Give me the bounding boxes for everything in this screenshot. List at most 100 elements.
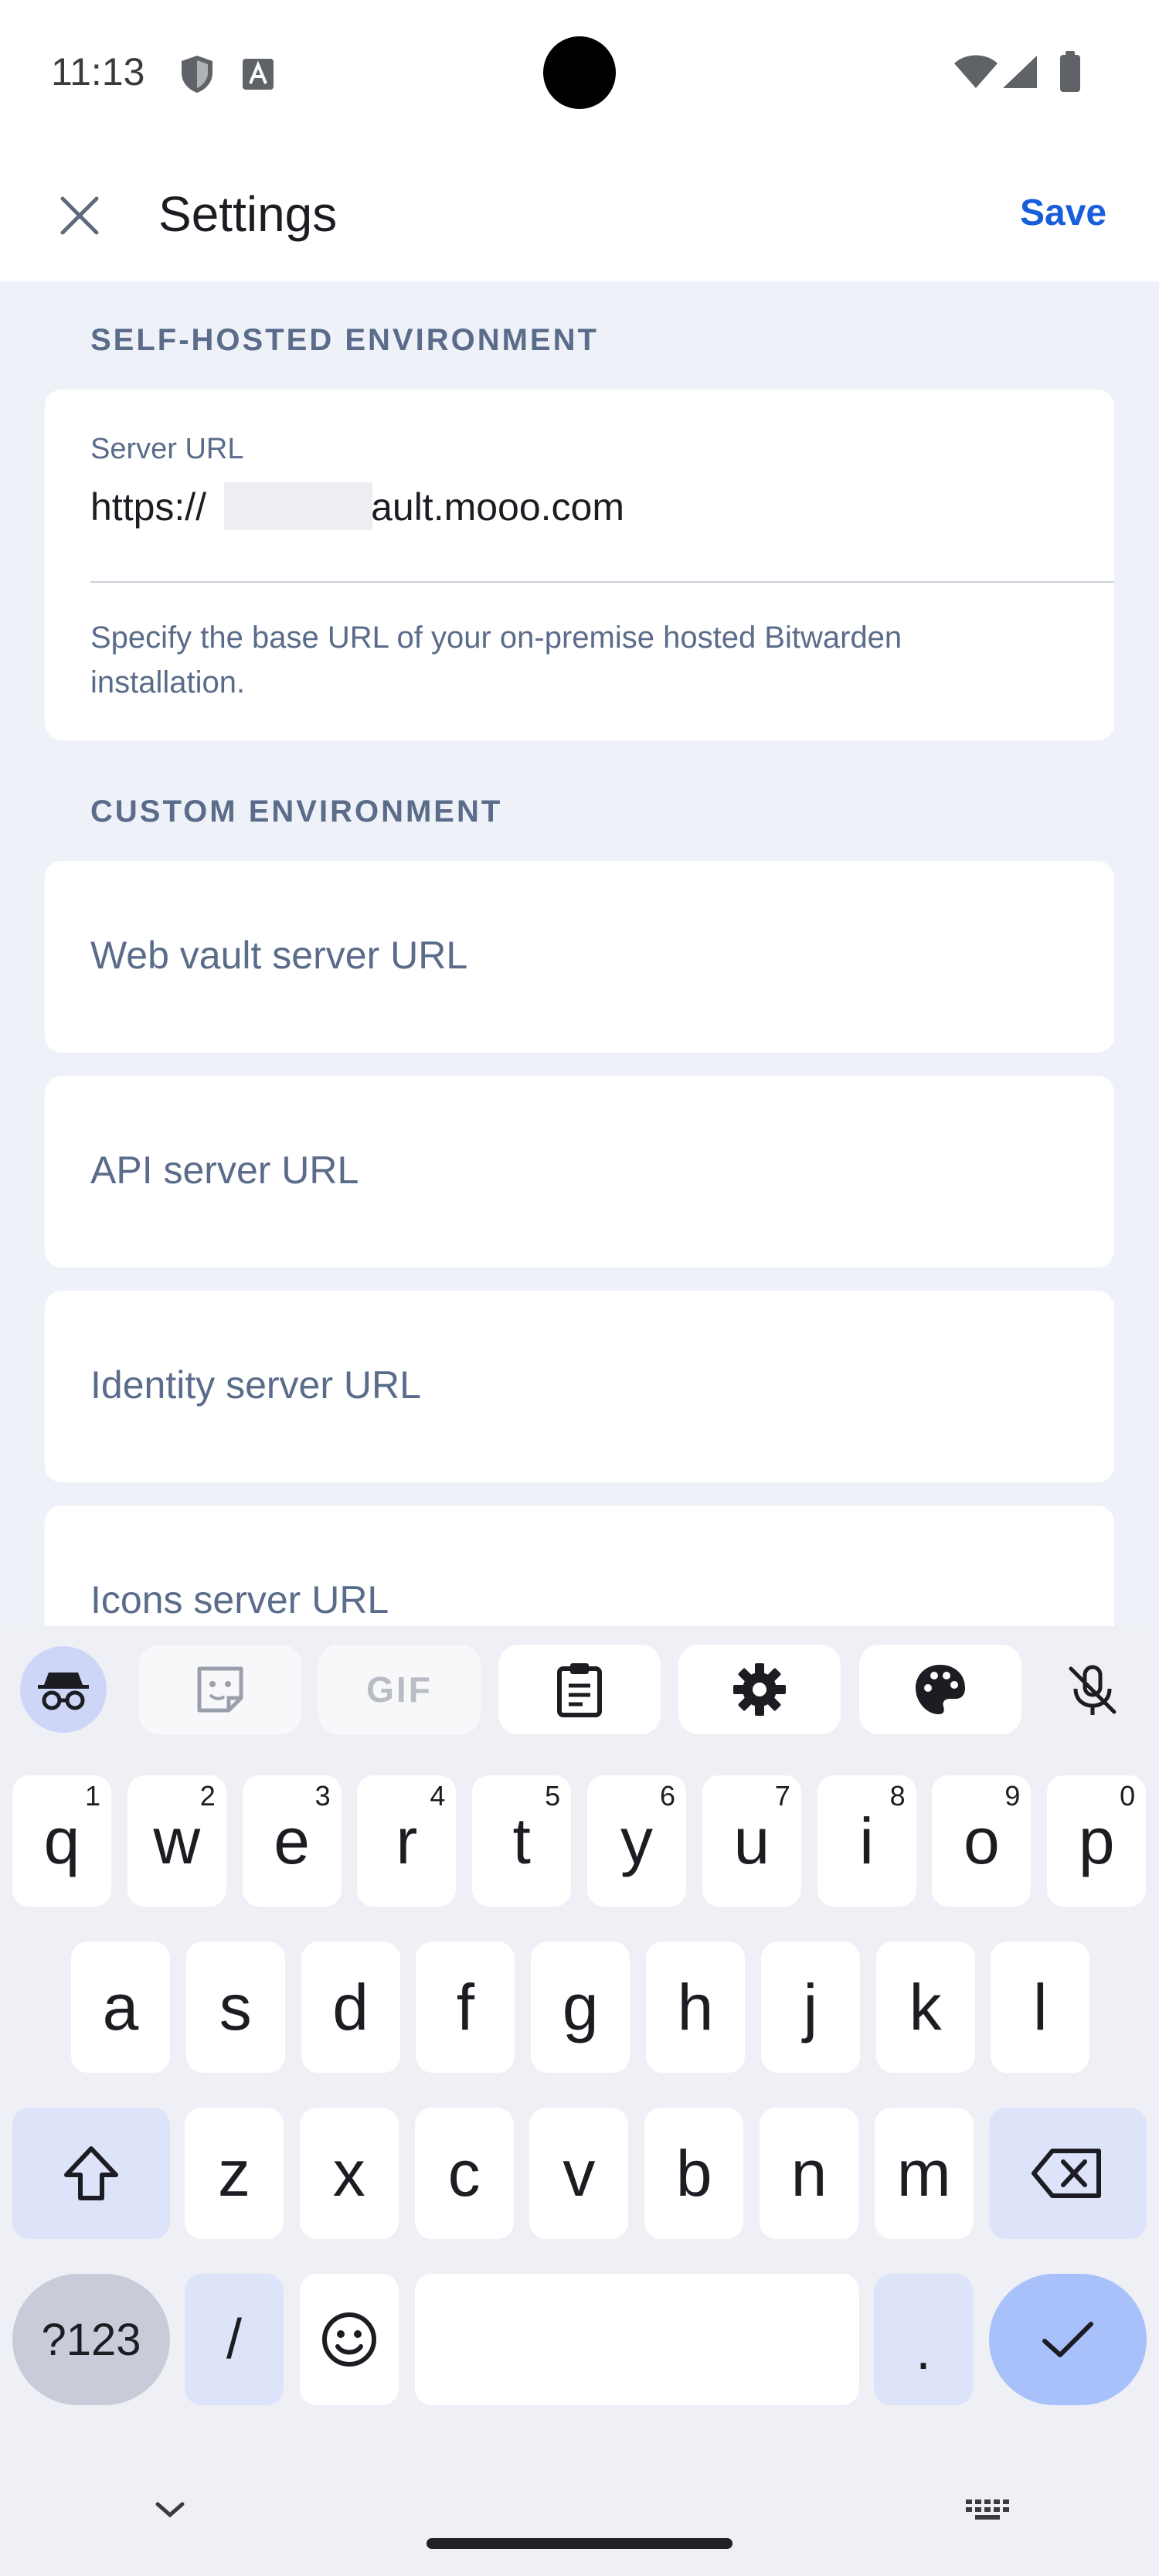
key-label: a: [102, 1970, 139, 2043]
section-label-self-hosted: SELF-HOSTED ENVIRONMENT: [90, 323, 599, 357]
sticker-button[interactable]: [139, 1645, 301, 1734]
key-label: u: [733, 1804, 770, 1877]
key-hint: 9: [1004, 1780, 1021, 1812]
key-hint: 3: [314, 1780, 331, 1812]
key-label: w: [153, 1804, 201, 1877]
key-l[interactable]: l: [991, 1941, 1090, 2073]
backspace-key[interactable]: [989, 2108, 1147, 2239]
key-w[interactable]: w2: [127, 1775, 226, 1907]
key-hint: 5: [545, 1780, 561, 1812]
key-y[interactable]: y6: [587, 1775, 686, 1907]
emoji-icon: [322, 2312, 376, 2367]
gif-button[interactable]: GIF: [318, 1645, 481, 1734]
key-q[interactable]: q1: [12, 1775, 111, 1907]
period-label: .: [915, 2319, 931, 2381]
symbols-key[interactable]: ?123: [12, 2274, 170, 2405]
key-hint: 4: [430, 1780, 446, 1812]
key-label: b: [675, 2136, 712, 2210]
key-label: r: [396, 1804, 418, 1877]
backspace-icon: [1032, 2149, 1101, 2198]
key-hint: 1: [84, 1780, 100, 1812]
key-r[interactable]: r4: [357, 1775, 457, 1907]
period-key[interactable]: .: [874, 2274, 973, 2405]
key-z[interactable]: z: [185, 2108, 284, 2239]
server-url-prefix: https://: [90, 485, 207, 529]
input-divider: [90, 581, 1114, 583]
key-i[interactable]: i8: [817, 1775, 916, 1907]
key-h[interactable]: h: [646, 1941, 745, 2073]
palette-icon: [916, 1665, 965, 1714]
key-x[interactable]: x: [299, 2108, 399, 2239]
key-c[interactable]: c: [414, 2108, 514, 2239]
emoji-key[interactable]: [300, 2274, 399, 2405]
theme-button[interactable]: [859, 1645, 1021, 1734]
key-label: h: [677, 1970, 714, 2043]
key-e[interactable]: e3: [242, 1775, 342, 1907]
key-j[interactable]: j: [760, 1941, 860, 2073]
page-title: Settings: [158, 186, 338, 242]
battery-icon: [1060, 51, 1080, 92]
identity-url-placeholder: Identity server URL: [90, 1363, 421, 1407]
key-label: p: [1078, 1804, 1115, 1877]
gear-icon: [733, 1663, 786, 1716]
keyboard-icon: [966, 2499, 1009, 2520]
gesture-nav-handle: [427, 2538, 732, 2549]
keyboard-switch-button[interactable]: [963, 2496, 1014, 2523]
key-a[interactable]: a: [71, 1941, 170, 2073]
server-url-label: Server URL: [90, 433, 244, 465]
shift-key[interactable]: [12, 2108, 170, 2239]
key-label: v: [563, 2136, 596, 2210]
key-label: f: [456, 1970, 475, 2043]
wifi-icon: [954, 55, 998, 88]
key-label: q: [43, 1804, 80, 1877]
server-url-help-text: Specify the base URL of your on-premise …: [90, 621, 902, 699]
server-url-suffix: vault.mooo.com: [352, 485, 625, 529]
key-label: n: [790, 2136, 828, 2210]
key-label: s: [219, 1970, 252, 2043]
checkmark-icon: [1042, 2322, 1093, 2357]
key-v[interactable]: v: [529, 2108, 629, 2239]
incognito-icon: [38, 1673, 89, 1710]
text-a-icon: [243, 59, 274, 90]
key-o[interactable]: o9: [932, 1775, 1032, 1907]
key-t[interactable]: t5: [472, 1775, 572, 1907]
chevron-down-icon: [155, 2502, 185, 2518]
shift-icon: [64, 2146, 118, 2200]
key-n[interactable]: n: [760, 2108, 858, 2239]
key-p[interactable]: p0: [1047, 1775, 1147, 1907]
icons-url-placeholder: Icons server URL: [90, 1578, 389, 1621]
incognito-button[interactable]: [20, 1646, 107, 1733]
camera-cutout: [543, 36, 616, 109]
section-label-custom: CUSTOM ENVIRONMENT: [90, 795, 503, 829]
key-label: t: [512, 1804, 531, 1877]
key-d[interactable]: d: [301, 1941, 400, 2073]
key-g[interactable]: g: [531, 1941, 630, 2073]
space-key[interactable]: [415, 2274, 859, 2405]
key-u[interactable]: u7: [702, 1775, 801, 1907]
mic-off-icon: [1069, 1665, 1117, 1715]
key-s[interactable]: s: [185, 1941, 285, 2073]
close-button[interactable]: [46, 182, 113, 249]
key-b[interactable]: b: [644, 2108, 744, 2239]
key-label: d: [332, 1970, 369, 2043]
key-label: o: [964, 1804, 1000, 1877]
key-label: z: [218, 2136, 250, 2210]
clipboard-button[interactable]: [498, 1645, 661, 1734]
key-label: x: [332, 2136, 365, 2210]
settings-button[interactable]: [678, 1645, 841, 1734]
mic-off-button[interactable]: [1060, 1662, 1125, 1719]
key-label: j: [803, 1970, 818, 2043]
shield-icon: [182, 56, 212, 93]
key-k[interactable]: k: [875, 1941, 975, 2073]
key-m[interactable]: m: [874, 2108, 974, 2239]
on-screen-keyboard: [0, 1626, 1159, 2576]
save-button[interactable]: Save: [1020, 192, 1106, 234]
key-label: k: [909, 1970, 942, 2043]
key-f[interactable]: f: [416, 1941, 515, 2073]
web-vault-url-placeholder: Web vault server URL: [90, 934, 468, 977]
status-time: 11:13: [51, 50, 145, 94]
enter-key[interactable]: [989, 2274, 1147, 2405]
slash-key[interactable]: /: [185, 2274, 284, 2405]
hide-keyboard-button[interactable]: [147, 2496, 193, 2523]
signal-icon: [1003, 56, 1037, 88]
